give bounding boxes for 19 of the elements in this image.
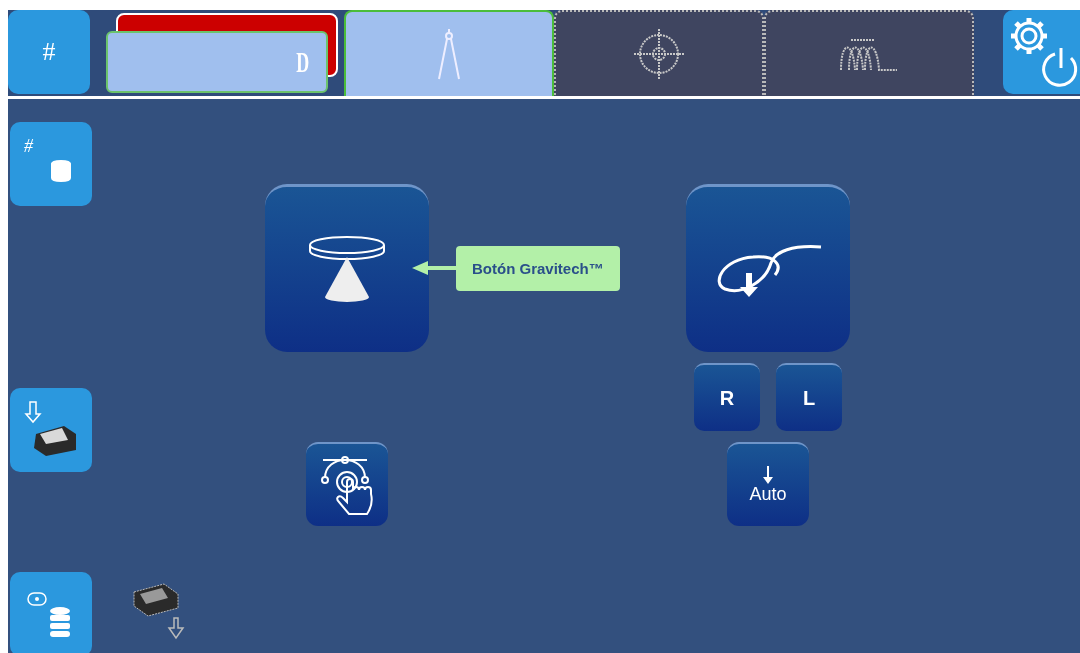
callout-label: Botón Gravitech™ [456,245,620,291]
tab[interactable] [764,10,974,96]
side-select-button[interactable]: L [776,363,842,431]
gravitech-button[interactable] [265,184,429,352]
auto-button[interactable]: Auto [727,442,809,526]
pointer-arrow [412,260,456,276]
settings-power-button[interactable] [1003,10,1080,94]
side-select-button[interactable]: R [694,363,760,431]
target-icon [632,27,686,81]
compass-icon [436,27,462,81]
touch-edit-button[interactable] [306,442,388,526]
lens-trace-button[interactable] [686,184,850,352]
down-arrow-icon [762,465,774,484]
tab[interactable] [554,10,764,96]
database-icon [49,159,73,183]
coil-icon [839,36,899,72]
hash-label: # [24,136,33,157]
side-button[interactable] [10,388,92,472]
lens-cone-icon [307,234,387,305]
